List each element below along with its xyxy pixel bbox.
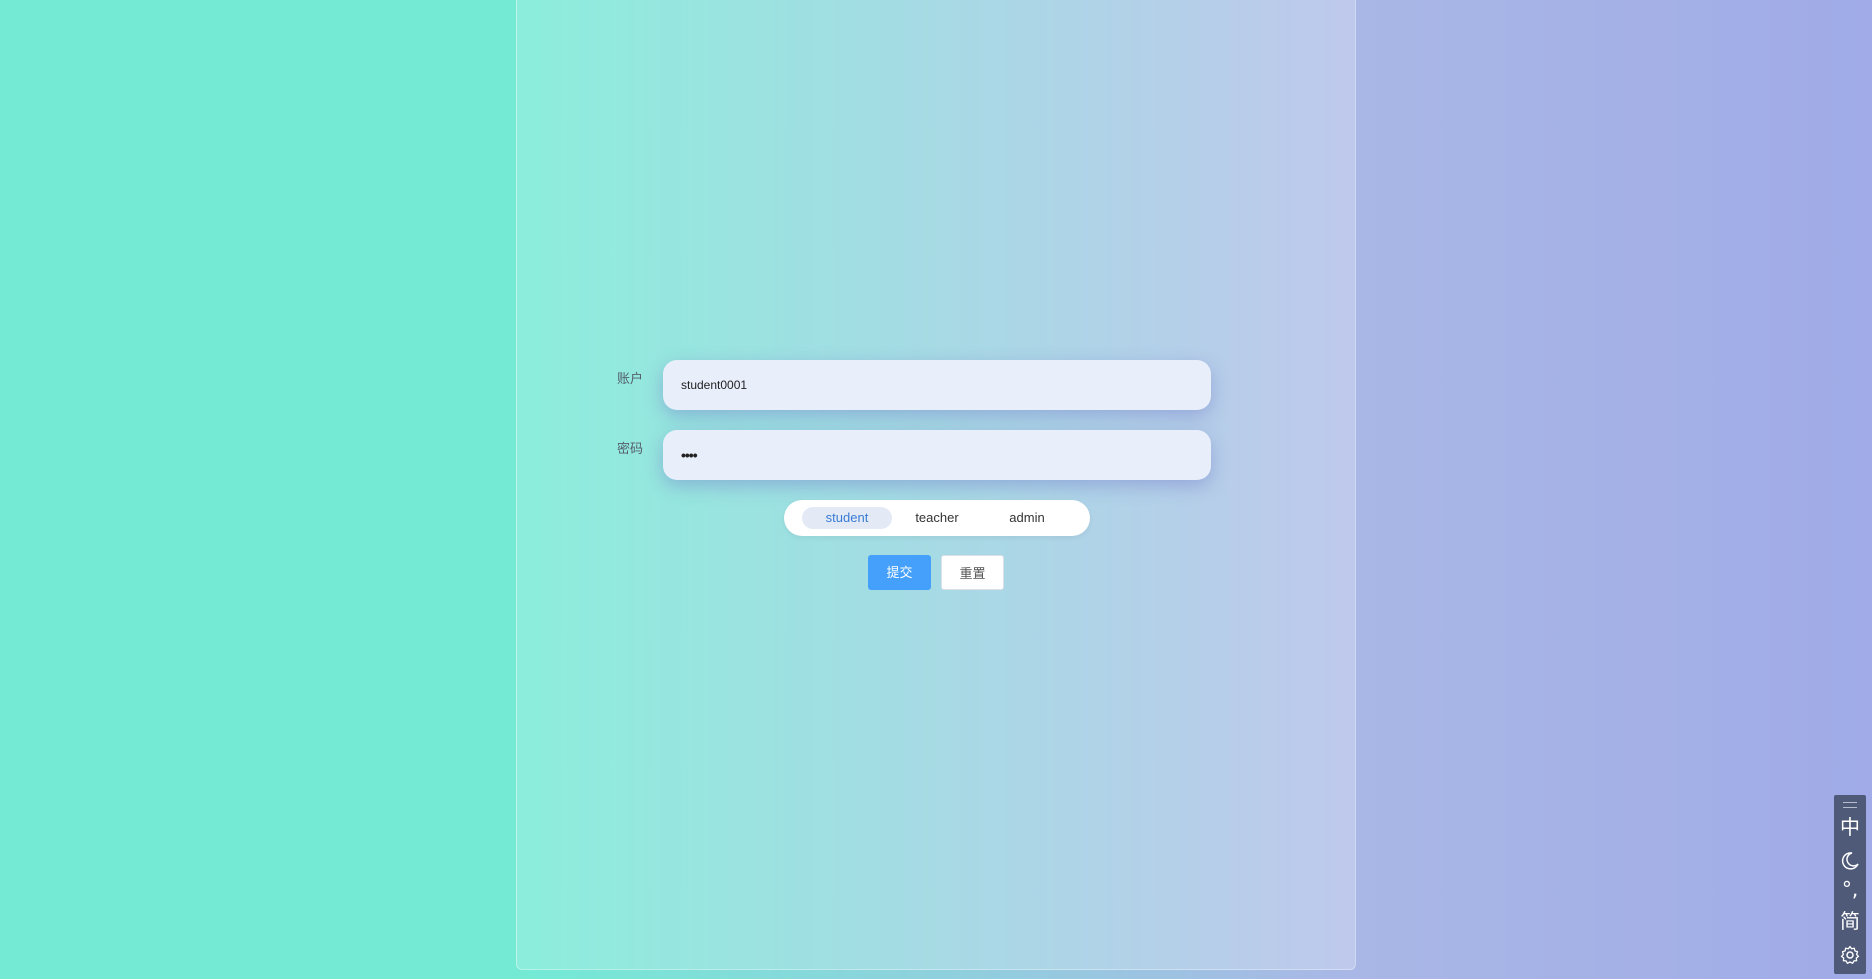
ime-language-toggle[interactable]: 中: [1834, 813, 1866, 841]
password-label: 密码: [617, 441, 644, 456]
ime-script-toggle[interactable]: 简: [1834, 907, 1866, 935]
moon-icon[interactable]: [1834, 845, 1866, 873]
role-option-student[interactable]: student: [802, 507, 892, 529]
password-input-value: ••••: [681, 447, 698, 463]
account-label: 账户: [617, 371, 644, 386]
account-input-value: student0001: [681, 378, 748, 392]
password-input[interactable]: ••••: [663, 430, 1211, 480]
ime-toolbar: 中 °, 简: [1834, 795, 1866, 974]
role-selector: student teacher admin: [784, 500, 1090, 536]
password-row: 密码 ••••: [517, 430, 1357, 480]
role-option-teacher[interactable]: teacher: [892, 507, 982, 529]
gear-icon[interactable]: [1834, 939, 1866, 967]
account-row: 账户 student0001: [517, 360, 1357, 410]
account-input[interactable]: student0001: [663, 360, 1211, 410]
login-panel: 账户 student0001 密码 •••• student teacher a…: [516, 0, 1356, 970]
submit-button[interactable]: 提交: [868, 555, 931, 590]
reset-button[interactable]: 重置: [941, 555, 1004, 590]
ime-punctuation-toggle[interactable]: °,: [1834, 875, 1866, 903]
role-option-admin[interactable]: admin: [982, 507, 1072, 529]
drag-handle-icon[interactable]: [1843, 802, 1857, 808]
